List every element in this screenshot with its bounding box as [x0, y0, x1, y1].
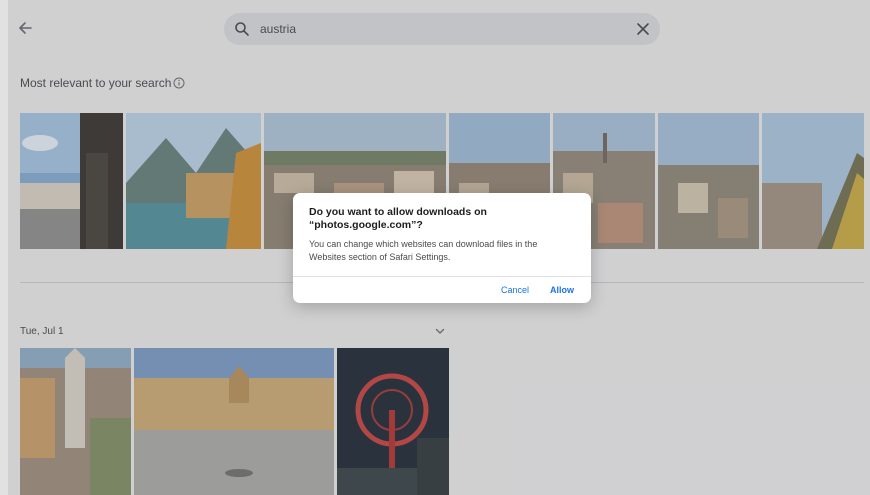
allow-button[interactable]: Allow — [550, 285, 574, 295]
google-photos-window: Most relevant to your search — [0, 0, 870, 495]
dialog-title: Do you want to allow downloads on “photo… — [309, 206, 487, 231]
cancel-button[interactable]: Cancel — [501, 285, 529, 295]
dialog-divider — [293, 276, 591, 277]
download-permission-dialog: Do you want to allow downloads on “photo… — [293, 193, 591, 303]
dialog-message: You can change which websites can downlo… — [309, 239, 538, 262]
